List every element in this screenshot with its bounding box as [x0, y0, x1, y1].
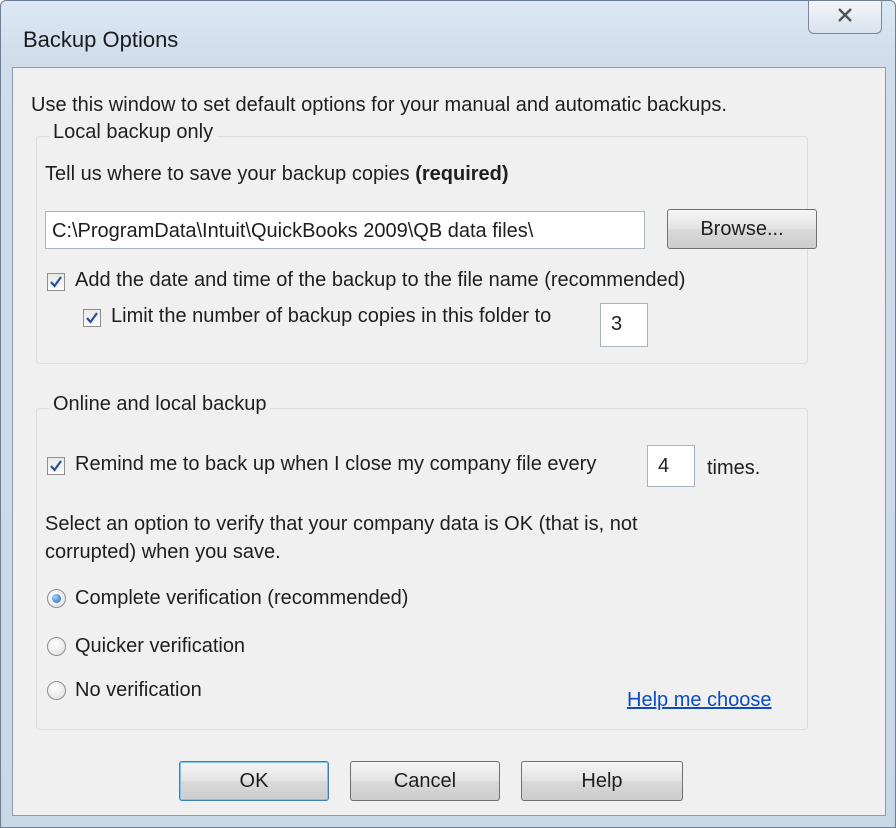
quicker-verification-radio[interactable]	[47, 637, 66, 656]
add-date-checkbox[interactable]	[47, 273, 65, 291]
limit-copies-input[interactable]: 3	[600, 303, 648, 347]
help-button[interactable]: Help	[521, 761, 683, 801]
cancel-button[interactable]: Cancel	[350, 761, 500, 801]
backup-path-input[interactable]: C:\ProgramData\Intuit\QuickBooks 2009\QB…	[45, 211, 645, 249]
remind-count-input[interactable]: 4	[647, 445, 695, 487]
local-backup-group: Local backup only Tell us where to save …	[36, 121, 817, 364]
online-backup-legend: Online and local backup	[49, 393, 271, 416]
save-location-label: Tell us where to save your backup copies…	[45, 163, 509, 186]
ok-button[interactable]: OK	[179, 761, 329, 801]
dialog-body: Use this window to set default options f…	[12, 67, 886, 816]
radio-selected-dot	[52, 594, 61, 603]
remind-label: Remind me to back up when I close my com…	[75, 453, 597, 475]
local-backup-legend: Local backup only	[49, 121, 218, 144]
close-icon	[835, 7, 855, 28]
window-title: Backup Options	[23, 27, 179, 52]
checkmark-icon	[50, 276, 62, 288]
required-tag: (required)	[415, 163, 509, 185]
limit-copies-checkbox[interactable]	[83, 309, 101, 327]
quicker-verification-label: Quicker verification	[75, 635, 246, 657]
browse-button[interactable]: Browse...	[667, 209, 817, 249]
help-me-choose-link[interactable]: Help me choose	[627, 689, 772, 712]
complete-verification-label: Complete verification (recommended)	[75, 587, 409, 609]
title-bar[interactable]: Backup Options	[1, 1, 895, 71]
limit-copies-label: Limit the number of backup copies in thi…	[111, 305, 552, 327]
online-backup-group: Online and local backup Remind me to bac…	[36, 393, 808, 730]
verify-prompt-line1: Select an option to verify that your com…	[45, 513, 638, 535]
no-verification-radio[interactable]	[47, 681, 66, 700]
backup-options-window: Backup Options Use this window to set de…	[0, 0, 896, 828]
add-date-label: Add the date and time of the backup to t…	[75, 269, 686, 291]
no-verification-label: No verification	[75, 679, 202, 701]
verify-prompt-line2: corrupted) when you save.	[45, 541, 281, 563]
checkmark-icon	[86, 312, 98, 324]
checkmark-icon	[50, 460, 62, 472]
remind-checkbox[interactable]	[47, 457, 65, 475]
remind-suffix: times.	[707, 457, 761, 479]
close-button[interactable]	[808, 1, 882, 34]
complete-verification-radio[interactable]	[47, 589, 66, 608]
save-location-text: Tell us where to save your backup copies	[45, 163, 410, 185]
intro-text: Use this window to set default options f…	[31, 94, 727, 116]
